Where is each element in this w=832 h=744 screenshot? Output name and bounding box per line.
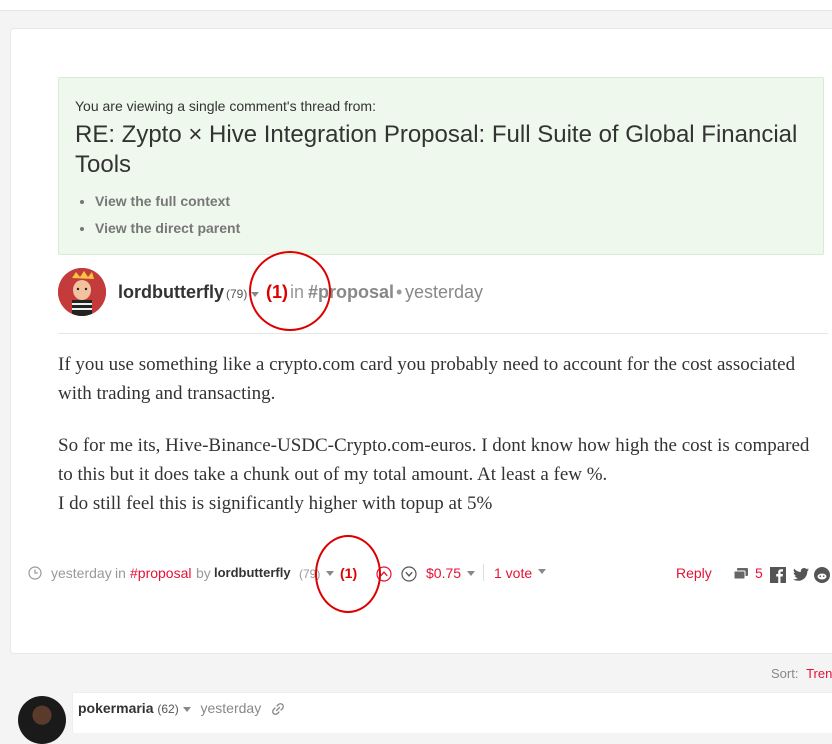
votes-link[interactable]: 1 vote <box>494 565 532 581</box>
facebook-icon[interactable] <box>770 567 788 583</box>
footer-author-link[interactable]: lordbutterfly <box>214 565 291 580</box>
reply-author-reputation: (62) <box>157 702 179 716</box>
comment-body: If you use something like a crypto.com c… <box>58 350 818 541</box>
payout-value[interactable]: $0.75 <box>426 565 461 581</box>
annotation-circle <box>249 251 331 331</box>
context-links: View the full context View the direct pa… <box>75 188 807 242</box>
comment-author-row: lordbutterfly (79) (1) in #proposal • ye… <box>58 268 828 318</box>
twitter-icon[interactable] <box>792 567 810 583</box>
comment-time: yesterday <box>405 282 484 302</box>
author-reputation: (79) <box>226 287 248 301</box>
comment-paragraph: If you use something like a crypto.com c… <box>58 354 796 404</box>
footer-by-label: by <box>196 565 211 581</box>
divider <box>58 333 828 334</box>
reply-author-dropdown-icon[interactable] <box>182 706 191 712</box>
separator: • <box>396 282 403 302</box>
footer-time: yesterday <box>51 565 112 581</box>
sort-label: Sort: <box>771 666 799 681</box>
votes-dropdown-icon[interactable] <box>538 569 546 574</box>
reply-avatar[interactable] <box>18 696 66 744</box>
comment-paragraph: I do still feel this is significantly hi… <box>58 493 493 514</box>
view-full-context-link[interactable]: View the full context <box>95 188 807 215</box>
comment-author-name[interactable]: lordbutterfly <box>118 282 224 303</box>
context-intro: You are viewing a single comment's threa… <box>75 98 376 114</box>
footer-tag-link[interactable]: #proposal <box>130 565 192 581</box>
avatar-illustration <box>58 268 106 316</box>
reply-time: yesterday <box>200 700 262 716</box>
sort-dropdown[interactable]: Tren <box>806 666 832 681</box>
comment-count[interactable]: 5 <box>755 565 763 581</box>
clock-icon <box>28 566 42 580</box>
comment-footer: yesterday in #proposal by lordbutterfly … <box>28 562 832 586</box>
comments-icon[interactable] <box>733 567 749 581</box>
avatar[interactable] <box>58 268 106 316</box>
sort-control: Sort: Tren <box>771 666 832 681</box>
footer-divider <box>483 564 484 581</box>
thread-context-box: You are viewing a single comment's threa… <box>58 77 824 255</box>
comment-paragraph: So for me its, Hive-Binance-USDC-Crypto.… <box>58 435 810 485</box>
footer-in-label: in <box>115 565 126 581</box>
downvote-icon[interactable] <box>401 566 417 582</box>
link-icon[interactable] <box>271 702 285 716</box>
reddit-icon[interactable] <box>814 567 832 583</box>
reply-button[interactable]: Reply <box>676 565 712 581</box>
top-bar <box>0 0 832 11</box>
reply-author-name[interactable]: pokermaria <box>78 700 153 716</box>
view-direct-parent-link[interactable]: View the direct parent <box>95 215 807 242</box>
footer-annotation-circle <box>315 535 381 613</box>
context-title-link[interactable]: RE: Zypto × Hive Integration Proposal: F… <box>75 120 807 180</box>
reply-meta: pokermaria (62) yesterday <box>78 700 285 716</box>
payout-dropdown-icon[interactable] <box>467 571 475 576</box>
